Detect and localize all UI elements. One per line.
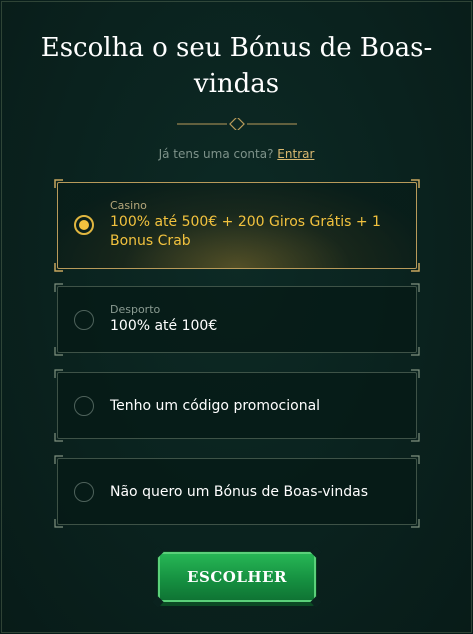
account-prompt: Já tens uma conta? Entrar — [0, 147, 473, 161]
account-prompt-text: Já tens uma conta? — [158, 147, 274, 161]
choose-button[interactable]: ESCOLHER — [152, 546, 322, 608]
corner-ornament-icon — [411, 179, 420, 188]
login-link[interactable]: Entrar — [277, 147, 314, 161]
radio-unselected[interactable] — [74, 310, 94, 330]
corner-ornament-icon — [54, 347, 63, 356]
bonus-option-desporto[interactable]: Desporto 100% até 100€ — [54, 283, 420, 356]
radio-selected[interactable] — [74, 215, 94, 235]
ornament-divider — [0, 118, 473, 130]
option-text: Casino 100% até 500€ + 200 Giros Grátis … — [110, 199, 402, 251]
corner-ornament-icon — [411, 283, 420, 292]
corner-ornament-icon — [54, 433, 63, 442]
option-text: Tenho um código promocional — [110, 397, 402, 416]
option-value: 100% até 500€ + 200 Giros Grátis + 1 Bon… — [110, 214, 381, 249]
option-value: Não quero um Bónus de Boas-vindas — [110, 484, 369, 500]
corner-ornament-icon — [411, 519, 420, 528]
option-value: 100% até 100€ — [110, 318, 218, 334]
option-category: Casino — [110, 199, 147, 212]
bonus-option-promo-code[interactable]: Tenho um código promocional — [54, 369, 420, 442]
radio-unselected[interactable] — [74, 396, 94, 416]
option-category: Desporto — [110, 303, 161, 316]
option-value: Tenho um código promocional — [110, 398, 321, 414]
corner-ornament-icon — [411, 347, 420, 356]
corner-ornament-icon — [54, 519, 63, 528]
bonus-option-casino[interactable]: Casino 100% até 500€ + 200 Giros Grátis … — [54, 179, 420, 272]
choose-button-label: ESCOLHER — [187, 568, 287, 586]
option-text: Não quero um Bónus de Boas-vindas — [110, 483, 402, 502]
corner-ornament-icon — [54, 263, 63, 272]
corner-ornament-icon — [54, 283, 63, 292]
corner-ornament-icon — [54, 369, 63, 378]
corner-ornament-icon — [411, 263, 420, 272]
corner-ornament-icon — [411, 433, 420, 442]
radio-unselected[interactable] — [74, 482, 94, 502]
option-text: Desporto 100% até 100€ — [110, 303, 402, 336]
bonus-option-none[interactable]: Não quero um Bónus de Boas-vindas — [54, 455, 420, 528]
corner-ornament-icon — [411, 455, 420, 464]
page-title: Escolha o seu Bónus de Boas-vindas — [40, 33, 433, 99]
corner-ornament-icon — [411, 369, 420, 378]
corner-ornament-icon — [54, 455, 63, 464]
corner-ornament-icon — [54, 179, 63, 188]
